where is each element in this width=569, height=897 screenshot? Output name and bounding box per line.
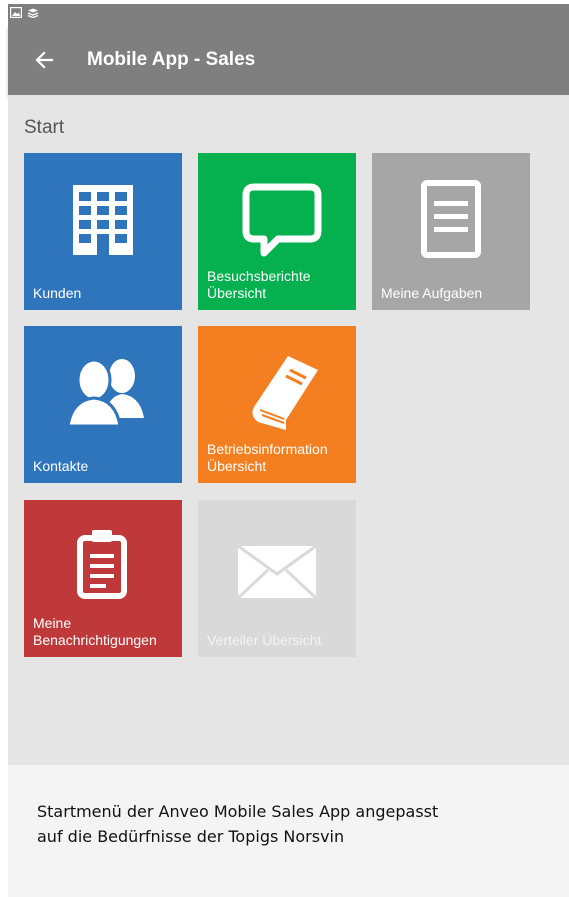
- people-icon: [24, 326, 182, 436]
- tile-label: Meine Benachrichtigungen: [33, 615, 157, 648]
- caption: Startmenü der Anveo Mobile Sales App ang…: [37, 799, 547, 849]
- app-title: Mobile App - Sales: [87, 49, 256, 70]
- status-bar: [8, 4, 569, 26]
- tile-label: Meine Aufgaben: [381, 285, 483, 301]
- document-lines-icon: [372, 153, 530, 263]
- caption-line-2: auf die Bedürfnisse der Topigs Norsvin: [37, 827, 345, 846]
- tile-besuchsberichte[interactable]: Besuchsberichte Übersicht: [198, 153, 356, 310]
- tile-meine-aufgaben[interactable]: Meine Aufgaben: [372, 153, 530, 310]
- book-icon: [198, 326, 356, 436]
- tile-label: Kontakte: [33, 458, 89, 474]
- app-bar: Mobile App - Sales: [8, 26, 569, 95]
- tile-kontakte[interactable]: Kontakte: [24, 326, 182, 483]
- clipboard-icon: [24, 500, 182, 610]
- envelope-icon: [198, 500, 356, 610]
- start-menu: Start Kunden Besuchsberichte Übersicht M…: [8, 95, 569, 765]
- caption-line-1: Startmenü der Anveo Mobile Sales App ang…: [37, 802, 439, 821]
- layers-icon: [27, 7, 39, 22]
- speech-bubble-icon: [198, 153, 356, 263]
- image-icon: [9, 6, 23, 22]
- section-title: Start: [24, 117, 65, 138]
- tile-label: Betriebsinformation Übersicht: [207, 441, 328, 474]
- tile-label: Verteiler Übersicht: [207, 632, 322, 648]
- tile-kunden[interactable]: Kunden: [24, 153, 182, 310]
- building-icon: [24, 153, 182, 263]
- tile-meine-benachrichtigungen[interactable]: Meine Benachrichtigungen: [24, 500, 182, 657]
- tile-label: Kunden: [33, 285, 82, 301]
- tile-betriebsinformation[interactable]: Betriebsinformation Übersicht: [198, 326, 356, 483]
- back-arrow-icon[interactable]: [30, 46, 58, 74]
- device-screen: Mobile App - Sales Start Kunden Besuchsb…: [8, 4, 569, 897]
- tile-verteiler-uebersicht[interactable]: Verteiler Übersicht: [198, 500, 356, 657]
- tile-label: Besuchsberichte Übersicht: [207, 268, 311, 301]
